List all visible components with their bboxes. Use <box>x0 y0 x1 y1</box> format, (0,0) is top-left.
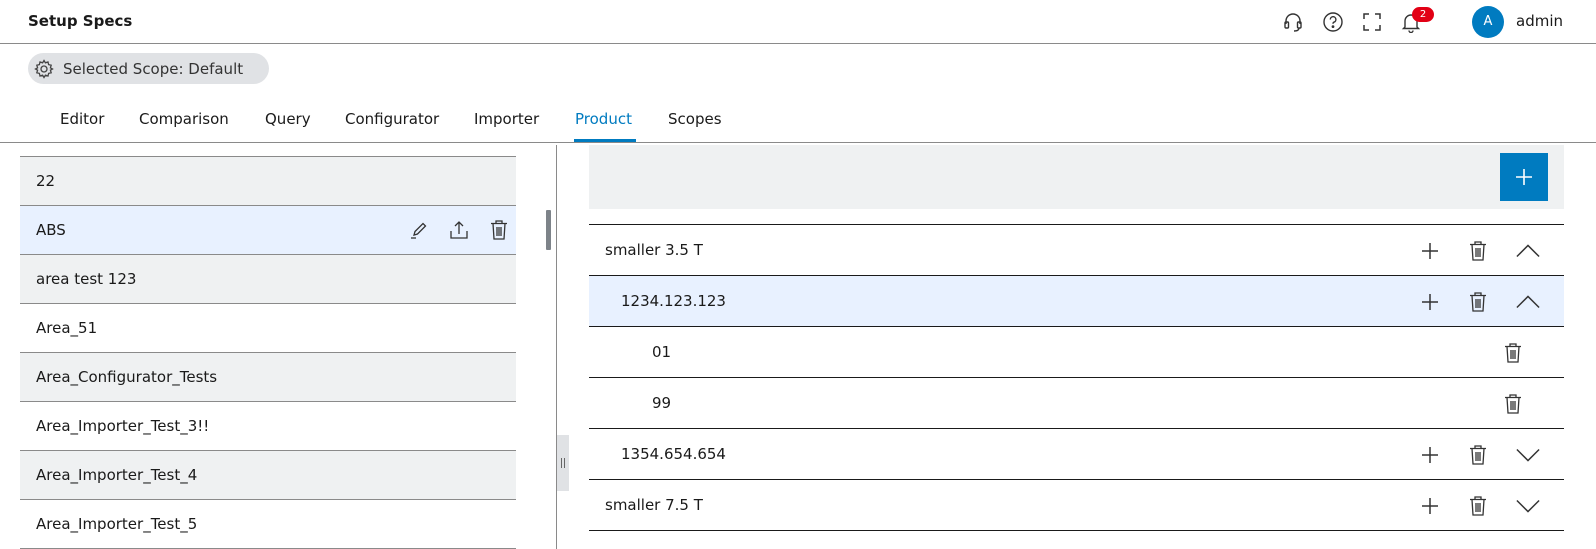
list-item[interactable]: Area_Importer_Test_5 <box>20 500 516 549</box>
delete-icon[interactable] <box>1501 341 1525 365</box>
add-product-button[interactable] <box>1500 153 1548 201</box>
active-tab-indicator <box>574 139 636 142</box>
delete-icon[interactable] <box>1466 290 1490 314</box>
panel-resize-handle[interactable] <box>557 435 569 491</box>
list-item[interactable]: Area_Importer_Test_3!! <box>20 402 516 451</box>
tree-row[interactable]: 01 <box>589 327 1564 378</box>
tree-row[interactable]: smaller 3.5 T <box>589 225 1564 276</box>
list-item-label: Area_Importer_Test_3!! <box>36 417 210 435</box>
tree-row[interactable]: smaller 7.5 T <box>589 480 1564 531</box>
delete-icon[interactable] <box>1466 494 1490 518</box>
gear-icon <box>34 58 54 79</box>
list-item[interactable]: Area_Configurator_Tests <box>20 353 516 402</box>
tree-row-label: 01 <box>652 343 672 361</box>
tree-row-label: 1234.123.123 <box>621 292 726 310</box>
delete-icon[interactable] <box>1466 239 1490 263</box>
scope-label: Selected Scope: Default <box>63 59 244 78</box>
tree-row-label: 99 <box>652 394 672 412</box>
delete-icon[interactable] <box>1466 443 1490 467</box>
notification-badge: 2 <box>1412 7 1434 22</box>
list-item-label: Area_Configurator_Tests <box>36 368 218 386</box>
plus-icon <box>1516 169 1532 185</box>
list-item[interactable]: 22 <box>20 157 516 206</box>
list-item[interactable]: Area_51 <box>20 304 516 353</box>
list-item[interactable]: Area_Importer_Test_4 <box>20 451 516 500</box>
tab-importer[interactable]: Importer <box>474 110 539 128</box>
add-child-icon[interactable] <box>1418 239 1442 263</box>
export-icon[interactable] <box>448 219 470 241</box>
tree-row-label: smaller 3.5 T <box>605 241 703 259</box>
tree-row[interactable]: 1354.654.654 <box>589 429 1564 480</box>
list-item-label: Area_Importer_Test_5 <box>36 515 198 533</box>
tab-product[interactable]: Product <box>575 110 632 128</box>
user-avatar[interactable]: A <box>1472 6 1504 38</box>
area-list: 22 ABS area test 123 Area_51 Area_Config… <box>20 156 516 549</box>
list-item-label: Area_51 <box>36 319 98 337</box>
list-item[interactable]: ABS <box>20 206 516 255</box>
row-actions <box>408 219 510 241</box>
tree-row[interactable]: 1234.123.123 <box>589 276 1564 327</box>
tree-row-label: 1354.654.654 <box>621 445 726 463</box>
delete-icon[interactable] <box>488 219 510 241</box>
product-tree: smaller 3.5 T 1234.123.123 01 99 1354.65… <box>589 224 1564 531</box>
list-item-label: area test 123 <box>36 270 137 288</box>
product-toolbar <box>589 145 1564 209</box>
edit-icon[interactable] <box>408 219 430 241</box>
tab-editor[interactable]: Editor <box>60 110 104 128</box>
tree-row[interactable]: 99 <box>589 378 1564 429</box>
tab-configurator[interactable]: Configurator <box>345 110 439 128</box>
selected-scope-chip[interactable]: Selected Scope: Default <box>28 53 269 84</box>
notification-bell-icon[interactable]: 2 <box>1398 7 1434 35</box>
chevron-down-icon[interactable] <box>1516 494 1540 518</box>
add-child-icon[interactable] <box>1418 290 1442 314</box>
add-child-icon[interactable] <box>1418 443 1442 467</box>
list-item[interactable]: area test 123 <box>20 255 516 304</box>
list-item-label: Area_Importer_Test_4 <box>36 466 198 484</box>
main-tabs: Editor Comparison Query Configurator Imp… <box>0 100 1596 143</box>
tab-scopes[interactable]: Scopes <box>668 110 722 128</box>
chevron-up-icon[interactable] <box>1516 290 1540 314</box>
delete-icon[interactable] <box>1501 392 1525 416</box>
tab-comparison[interactable]: Comparison <box>139 110 229 128</box>
list-scrollbar-thumb[interactable] <box>546 210 551 250</box>
list-item-label: 22 <box>36 172 56 190</box>
help-icon[interactable] <box>1320 9 1346 35</box>
tree-row-label: smaller 7.5 T <box>605 496 703 514</box>
user-name[interactable]: admin <box>1516 12 1563 30</box>
add-child-icon[interactable] <box>1418 494 1442 518</box>
headset-icon[interactable] <box>1280 9 1306 35</box>
list-item-label: ABS <box>36 221 66 239</box>
chevron-up-icon[interactable] <box>1516 239 1540 263</box>
app-title: Setup Specs <box>28 12 133 30</box>
chevron-down-icon[interactable] <box>1516 443 1540 467</box>
tab-query[interactable]: Query <box>265 110 311 128</box>
fullscreen-icon[interactable] <box>1359 9 1385 35</box>
app-header: Setup Specs 2 A admin <box>0 0 1596 44</box>
